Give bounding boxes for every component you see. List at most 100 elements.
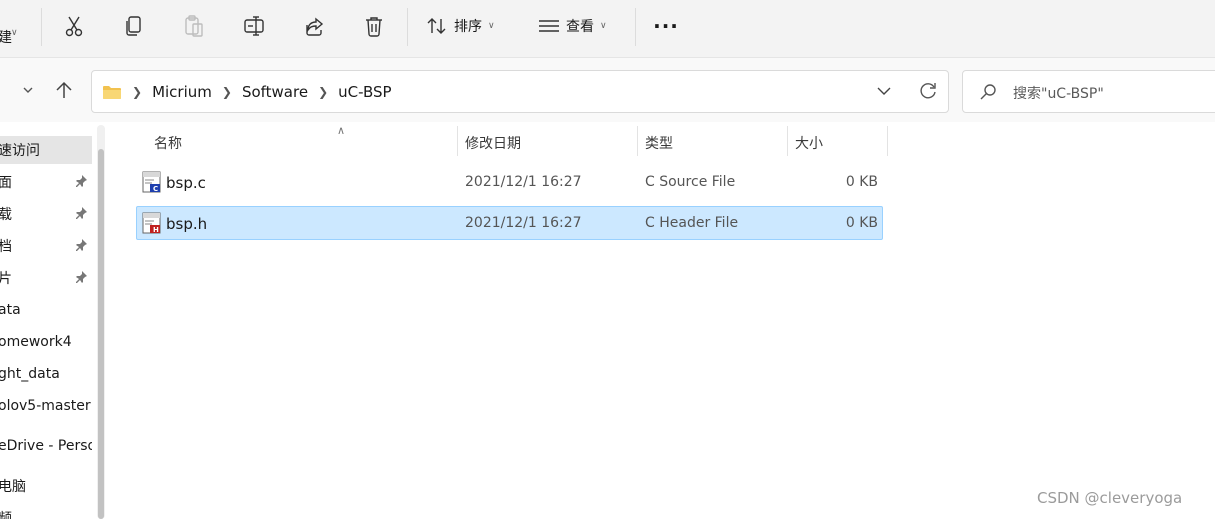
chevron-right-icon: ❯ (132, 84, 143, 99)
c-source-file-icon: C (142, 171, 161, 193)
breadcrumb-item-micrium[interactable]: Micrium (152, 83, 212, 101)
pin-icon (76, 239, 87, 251)
sidebar-item-documents[interactable]: 档 (0, 232, 92, 260)
column-divider[interactable] (457, 126, 458, 156)
breadcrumb-item-uc-bsp[interactable]: uC-BSP (338, 83, 391, 101)
column-divider[interactable] (887, 126, 888, 156)
file-date: 2021/12/1 16:27 (465, 215, 582, 231)
address-history-button[interactable] (876, 81, 892, 105)
search-input[interactable]: 搜索"uC-BSP" (962, 70, 1215, 113)
sidebar-item-videos[interactable]: 频 (0, 504, 92, 519)
search-icon (980, 84, 996, 100)
sidebar-item-label: olov5-master (0, 398, 91, 414)
sidebar-item-downloads[interactable]: 载 (0, 200, 92, 228)
copy-button[interactable] (121, 12, 147, 40)
column-header-size[interactable]: 大小 (795, 127, 885, 159)
new-button[interactable]: 建 ∨ (0, 10, 30, 46)
column-header-name[interactable]: 名称 ∧ (154, 124, 454, 159)
toolbar-separator (41, 8, 42, 46)
pin-icon (76, 207, 87, 219)
sidebar-item-label: 片 (0, 271, 12, 287)
sort-label: 排序 (454, 19, 482, 35)
arrow-up-icon (56, 81, 72, 98)
command-toolbar: 建 ∨ 排序 ∨ 查看 ∨ ··· (0, 0, 1215, 58)
trash-icon (366, 17, 382, 37)
scrollbar-thumb[interactable] (98, 149, 104, 519)
search-placeholder: 搜索"uC-BSP" (1013, 86, 1104, 102)
chevron-down-icon (877, 87, 891, 95)
sidebar-item-label: 频 (0, 511, 12, 519)
sort-button[interactable]: 排序 ∨ (426, 12, 506, 40)
column-header-date[interactable]: 修改日期 (465, 127, 635, 159)
sidebar-item-label: ata (0, 302, 21, 318)
chevron-down-icon: ∨ (600, 21, 607, 31)
navigation-pane: 速访问 面 载 档 片 ata omework4 ght_data olov5-… (0, 122, 112, 519)
file-row-bsp-h[interactable]: H bsp.h 2021/12/1 16:27 C Header File 0 … (136, 206, 883, 240)
rename-icon (244, 16, 264, 36)
sort-ascending-icon: ∧ (337, 124, 346, 137)
view-button[interactable]: 查看 ∨ (538, 12, 618, 40)
view-label: 查看 (566, 19, 594, 35)
sidebar-item-label: 电脑 (0, 479, 26, 495)
sidebar-item-label: omework4 (0, 334, 72, 350)
file-row-bsp-c[interactable]: C bsp.c 2021/12/1 16:27 C Source File 0 … (136, 165, 883, 199)
sidebar-item-weight-data[interactable]: ght_data (0, 360, 92, 388)
file-name: bsp.h (166, 215, 208, 233)
cut-button[interactable] (60, 12, 88, 40)
refresh-button[interactable] (918, 81, 938, 105)
toolbar-separator (407, 8, 408, 46)
svg-text:C: C (153, 185, 158, 193)
address-row: ❯ Micrium ❯ Software ❯ uC-BSP 搜索"uC-BSP" (0, 58, 1215, 122)
sidebar-item-quick-access[interactable]: 速访问 (0, 136, 92, 164)
more-options-button[interactable]: ··· (652, 12, 680, 40)
file-size: 0 KB (845, 174, 878, 190)
file-list: 名称 ∧ 修改日期 类型 大小 C bsp.c 2021/12/1 16:27 … (112, 122, 1215, 519)
column-header-label: 类型 (645, 136, 673, 152)
refresh-icon (920, 83, 936, 99)
sidebar-item-label: 载 (0, 207, 12, 223)
sidebar-item-desktop[interactable]: 面 (0, 168, 92, 196)
sidebar-item-yolov5-master[interactable]: olov5-master (0, 392, 92, 420)
column-header-type[interactable]: 类型 (645, 127, 785, 159)
breadcrumb-item-software[interactable]: Software (242, 83, 308, 101)
sidebar-item-label: ght_data (0, 366, 60, 382)
column-header-label: 名称 (154, 136, 182, 152)
pin-icon (76, 175, 87, 187)
file-type: C Source File (645, 174, 736, 190)
chevron-down-icon: ∨ (488, 21, 495, 31)
rename-button[interactable] (241, 12, 267, 40)
sidebar-item-onedrive[interactable]: eDrive - Perso (0, 432, 92, 460)
share-icon (306, 17, 324, 36)
pin-icon (76, 271, 87, 283)
column-divider[interactable] (787, 126, 788, 156)
folder-icon (103, 85, 121, 99)
chevron-right-icon: ❯ (221, 84, 232, 99)
column-header-label: 大小 (795, 136, 823, 152)
file-date: 2021/12/1 16:27 (465, 174, 582, 190)
file-type: C Header File (645, 215, 739, 231)
clipboard-icon (185, 15, 203, 37)
breadcrumb: ❯ Micrium ❯ Software ❯ uC-BSP (102, 71, 392, 112)
sidebar-item-data[interactable]: ata (0, 296, 92, 324)
column-divider[interactable] (637, 126, 638, 156)
sidebar-item-pictures[interactable]: 片 (0, 264, 92, 292)
sidebar-item-label: 面 (0, 175, 12, 191)
c-header-file-icon: H (142, 212, 161, 234)
chevron-down-icon (23, 87, 33, 93)
address-bar[interactable]: ❯ Micrium ❯ Software ❯ uC-BSP (91, 70, 949, 113)
recent-locations-button[interactable] (18, 80, 38, 100)
sidebar-item-this-pc[interactable]: 电脑 (0, 472, 92, 500)
share-button[interactable] (301, 12, 327, 40)
chevron-right-icon: ❯ (318, 84, 329, 99)
chevron-down-icon: ∨ (11, 28, 18, 38)
more-dots-icon: ··· (653, 14, 679, 38)
svg-text:H: H (153, 226, 159, 234)
delete-button[interactable] (361, 12, 387, 40)
paste-button[interactable] (181, 12, 207, 40)
copy-icon (126, 16, 141, 36)
sort-arrows-icon (427, 18, 446, 34)
sidebar-item-homework4[interactable]: omework4 (0, 328, 92, 356)
sidebar-scrollbar[interactable] (97, 125, 105, 519)
sidebar-item-label: 档 (0, 239, 12, 255)
up-button[interactable] (52, 78, 76, 102)
